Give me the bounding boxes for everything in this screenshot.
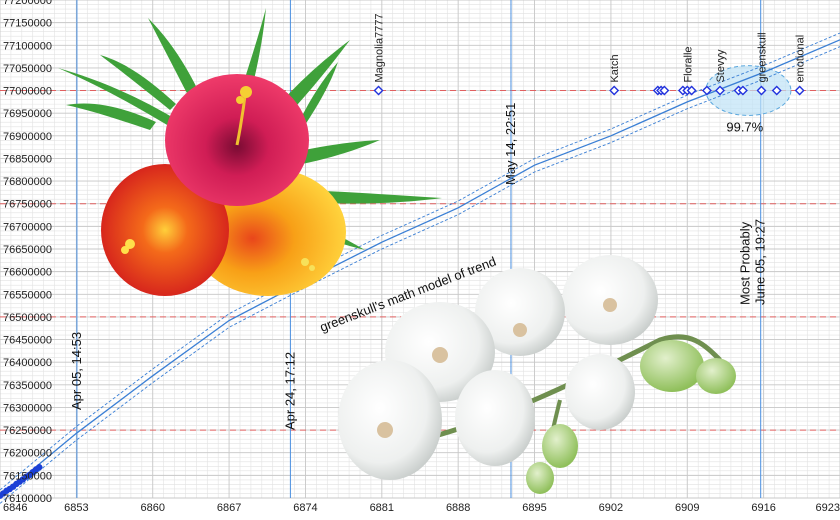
event-label: May 14, 22:51 <box>503 103 518 185</box>
y-tick-label: 76200000 <box>3 448 52 460</box>
guess-marker <box>609 85 620 96</box>
x-tick-label: 6846 <box>3 502 27 514</box>
guess-marker <box>794 85 805 96</box>
y-tick-label: 76650000 <box>3 244 52 256</box>
y-tick-label: 76300000 <box>3 402 52 414</box>
x-tick-label: 6874 <box>293 502 317 514</box>
y-tick-label: 76600000 <box>3 267 52 279</box>
x-tick-label: 6923 <box>816 502 840 514</box>
x-tick-label: 6909 <box>675 502 699 514</box>
y-tick-label: 77100000 <box>3 40 52 52</box>
x-axis: 6846 6853 6860 6867 6874 6881 6888 6895 6902 6909… <box>3 502 840 514</box>
hibiscus-pink <box>165 74 309 206</box>
y-tick-label: 76150000 <box>3 470 52 482</box>
y-tick-label: 77150000 <box>3 18 52 30</box>
y-tick-label: 76700000 <box>3 221 52 233</box>
y-tick-label: 76400000 <box>3 357 52 369</box>
y-tick-label: 76450000 <box>3 335 52 347</box>
x-tick-label: 6881 <box>370 502 394 514</box>
guess-label: Floralle <box>682 46 694 82</box>
guess-label: Magnolia7777 <box>374 13 386 82</box>
chart: Apr 05, 14:53 Apr 24, 17:12 May 14, 22:51 M… <box>0 0 840 514</box>
event-label: Apr 05, 14:53 <box>69 332 84 410</box>
guess-marker <box>373 85 384 96</box>
y-tick-label: 76950000 <box>3 108 52 120</box>
y-tick-label: 76850000 <box>3 153 52 165</box>
event-label: June 05, 19:27 <box>753 219 768 305</box>
y-tick-label: 76800000 <box>3 176 52 188</box>
y-tick-label: 76550000 <box>3 289 52 301</box>
y-tick-label: 76350000 <box>3 380 52 392</box>
x-tick-label: 6853 <box>64 502 88 514</box>
y-tick-label: 76250000 <box>3 425 52 437</box>
event-label: Apr 24, 17:12 <box>282 352 297 430</box>
confidence-label: 99.7% <box>726 119 763 134</box>
y-tick-label: 77200000 <box>3 0 52 7</box>
x-tick-label: 6902 <box>599 502 623 514</box>
y-tick-label: 76900000 <box>3 131 52 143</box>
y-axis: 7610000076150000762000007625000076300000… <box>3 0 52 505</box>
y-tick-label: 77050000 <box>3 63 52 75</box>
event-label: Most Probably <box>738 221 753 305</box>
y-tick-label: 76750000 <box>3 199 52 211</box>
x-tick-label: 6888 <box>446 502 470 514</box>
guess-label: emotional <box>795 35 807 83</box>
guess-label: Stevyy <box>715 49 727 83</box>
x-tick-label: 6895 <box>522 502 546 514</box>
y-tick-label: 76500000 <box>3 312 52 324</box>
guess-label: Katch <box>609 54 621 82</box>
x-tick-label: 6860 <box>140 502 164 514</box>
y-tick-label: 77000000 <box>3 86 52 98</box>
x-tick-label: 6867 <box>217 502 241 514</box>
x-tick-label: 6916 <box>751 502 775 514</box>
guess-label: greenskull <box>756 32 768 82</box>
